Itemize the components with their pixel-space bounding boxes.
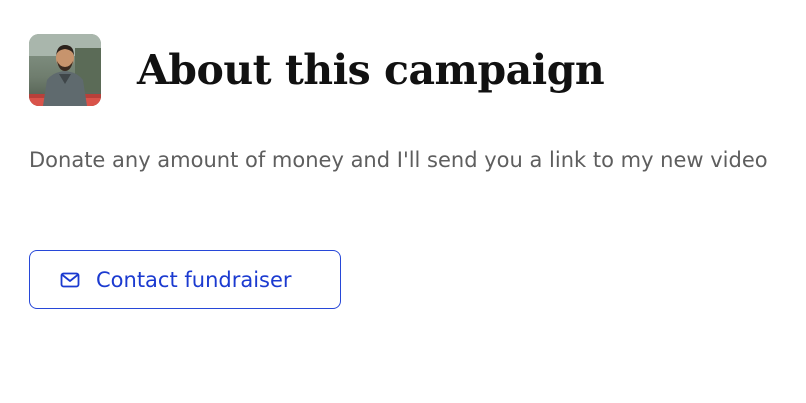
avatar-photo — [29, 34, 101, 106]
campaign-title: About this campaign — [137, 45, 605, 94]
campaign-about-section: About this campaign Donate any amount of… — [0, 0, 806, 403]
mail-icon — [60, 272, 80, 287]
campaign-description: Donate any amount of money and I'll send… — [29, 148, 768, 172]
contact-fundraiser-label: Contact fundraiser — [96, 267, 292, 292]
contact-fundraiser-button[interactable]: Contact fundraiser — [29, 250, 341, 309]
organizer-avatar — [29, 34, 101, 106]
campaign-header: About this campaign — [29, 34, 605, 106]
